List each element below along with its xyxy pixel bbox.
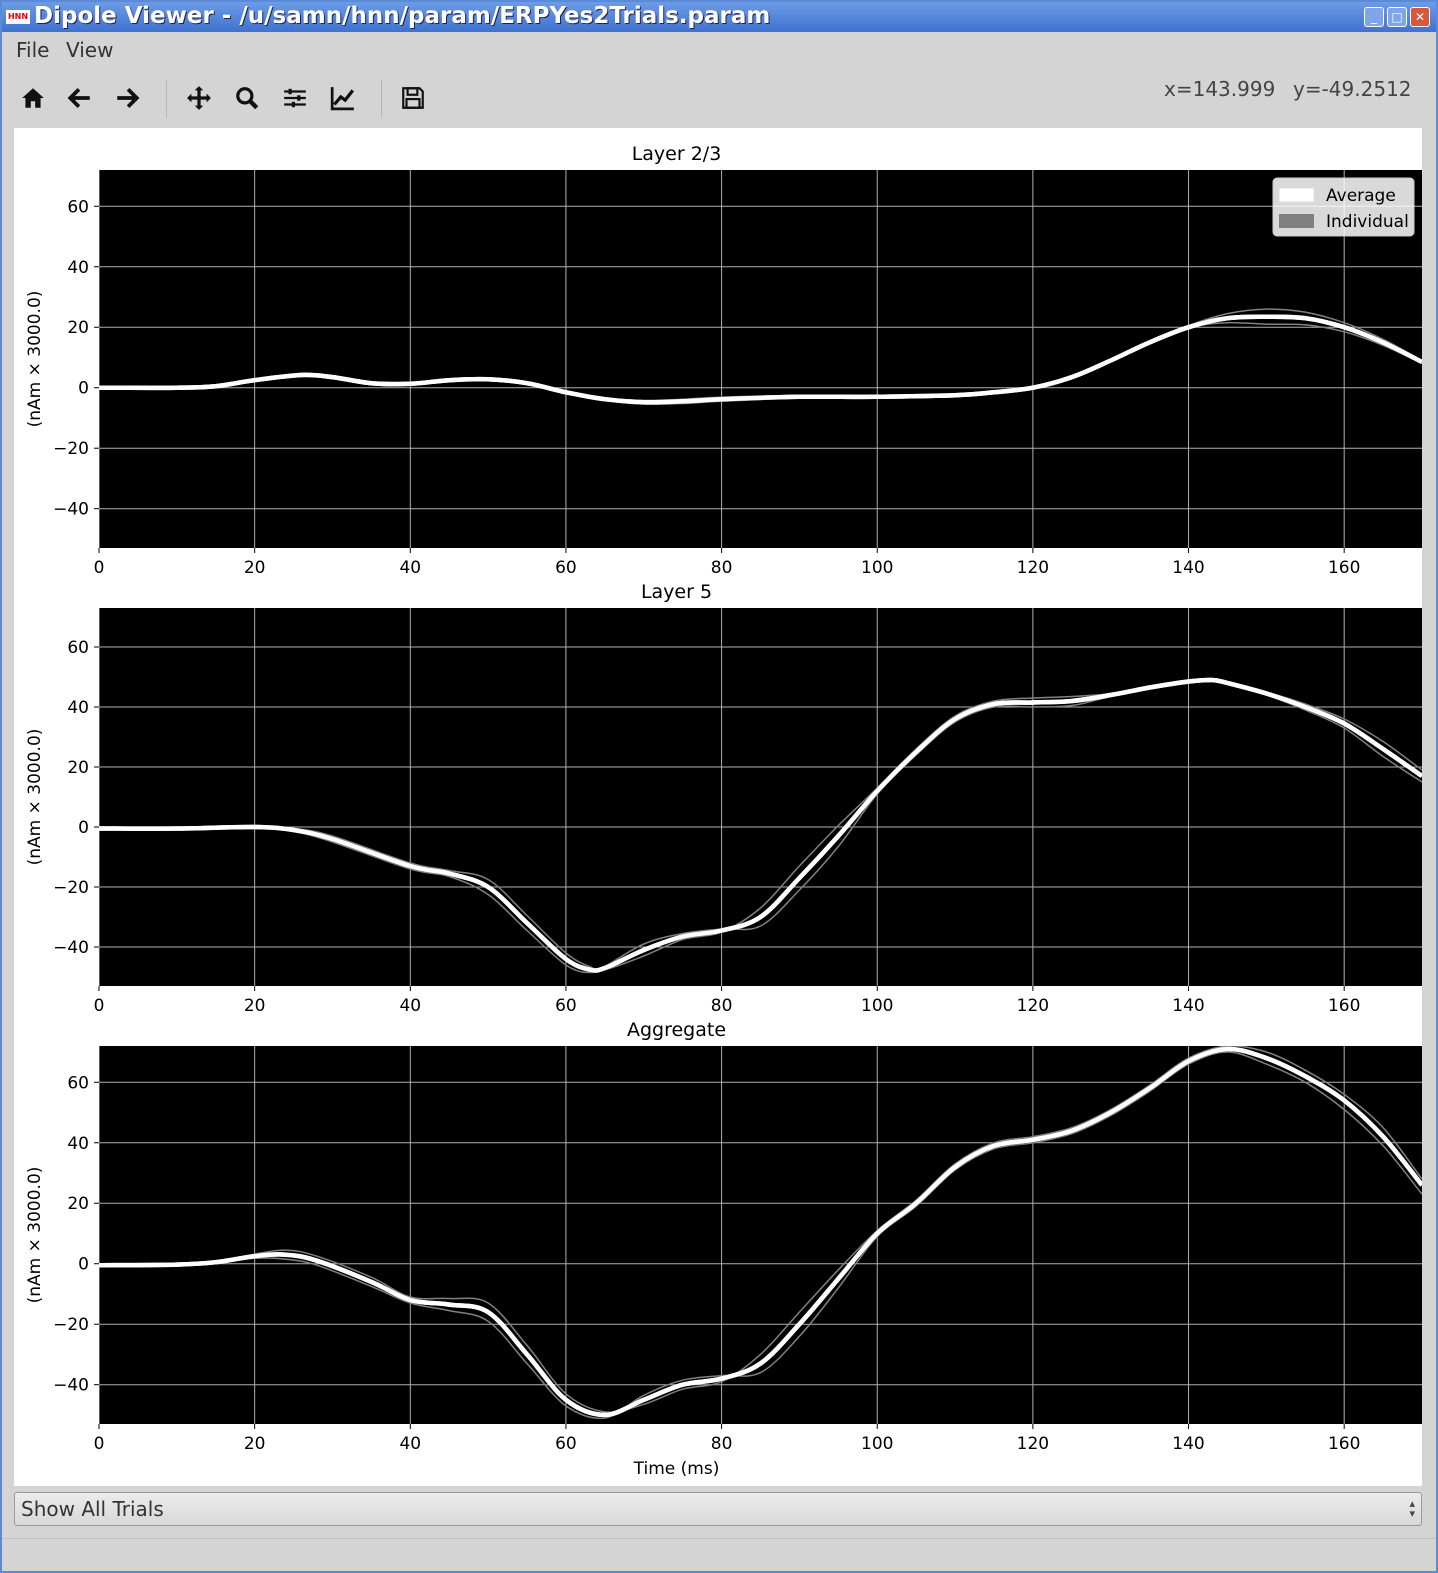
y-tick-label: 20 xyxy=(67,758,89,778)
x-tick-label: 160 xyxy=(1328,558,1360,578)
x-tick-label: 60 xyxy=(555,996,577,1016)
subplot-title: Layer 2/3 xyxy=(632,143,722,165)
close-button[interactable]: ✕ xyxy=(1410,7,1430,27)
trial-select-dropdown[interactable]: Show All Trials ▴ ▾ xyxy=(14,1492,1422,1526)
plot-area xyxy=(99,1046,1422,1424)
x-tick-label: 20 xyxy=(244,558,266,578)
y-tick-label: 40 xyxy=(67,1134,89,1154)
menu-view[interactable]: View xyxy=(66,38,113,62)
x-tick-label: 60 xyxy=(555,558,577,578)
x-tick-label: 40 xyxy=(399,996,421,1016)
home-button[interactable] xyxy=(13,78,53,118)
y-axis-label: (nAm × 3000.0) xyxy=(25,291,45,428)
hnn-app-icon: HNN xyxy=(6,10,30,24)
save-figure-button[interactable] xyxy=(393,78,433,118)
back-button[interactable] xyxy=(60,78,100,118)
trial-select-value: Show All Trials xyxy=(21,1497,164,1521)
y-tick-label: 0 xyxy=(78,818,89,838)
x-tick-label: 0 xyxy=(94,996,105,1016)
y-tick-label: 40 xyxy=(67,698,89,718)
x-tick-label: 100 xyxy=(861,996,893,1016)
x-tick-label: 80 xyxy=(711,558,733,578)
x-tick-label: 60 xyxy=(555,1434,577,1454)
x-tick-label: 20 xyxy=(244,996,266,1016)
plot-area xyxy=(99,170,1422,548)
minimize-button[interactable]: _ xyxy=(1364,7,1384,27)
y-tick-label: 0 xyxy=(78,379,89,399)
menu-file[interactable]: File xyxy=(16,38,49,62)
dipole-plots: 0 20 40 60 80 100 120 140 160 −40 −20 0 20 40 60 Layer … xyxy=(25,143,1422,1479)
y-tick-label: −40 xyxy=(53,500,89,520)
pan-button[interactable] xyxy=(179,78,219,118)
zoom-icon xyxy=(236,87,259,110)
y-axis-label: (nAm × 3000.0) xyxy=(25,729,45,866)
y-tick-label: −20 xyxy=(53,878,89,898)
edit-axes-button[interactable] xyxy=(323,78,363,118)
dipole-viewer-window: HNN Dipole Viewer - /u/samn/hnn/param/ER… xyxy=(0,0,1438,1573)
back-arrow-icon xyxy=(67,87,90,109)
y-axis-label: (nAm × 3000.0) xyxy=(25,1167,45,1304)
x-tick-label: 100 xyxy=(861,558,893,578)
x-tick-label: 160 xyxy=(1328,1434,1360,1454)
x-tick-label: 100 xyxy=(861,1434,893,1454)
legend-label: Average xyxy=(1326,186,1396,206)
y-tick-label: −20 xyxy=(53,1315,89,1335)
status-bar xyxy=(2,1538,1436,1572)
zoom-button[interactable] xyxy=(227,78,267,118)
toolbar-separator xyxy=(166,80,167,118)
x-tick-label: 140 xyxy=(1172,1434,1204,1454)
subplot-title: Aggregate xyxy=(627,1019,726,1041)
title-bar[interactable]: HNN Dipole Viewer - /u/samn/hnn/param/ER… xyxy=(2,2,1436,32)
y-coordinate-readout: y=-49.2512 xyxy=(1293,77,1412,101)
y-tick-label: −40 xyxy=(53,938,89,958)
y-tick-label: 60 xyxy=(67,197,89,217)
y-tick-label: 40 xyxy=(67,258,89,278)
figure-canvas[interactable]: 0 20 40 60 80 100 120 140 160 −40 −20 0 20 40 60 Layer … xyxy=(14,128,1422,1486)
x-tick-label: 120 xyxy=(1017,558,1049,578)
legend-individual-swatch xyxy=(1279,214,1314,228)
y-tick-label: −20 xyxy=(53,439,89,459)
x-tick-label: 120 xyxy=(1017,1434,1049,1454)
toolbar-separator xyxy=(381,80,382,118)
x-tick-label: 40 xyxy=(399,558,421,578)
edit-axes-icon xyxy=(330,87,355,111)
window-title: Dipole Viewer - /u/samn/hnn/param/ERPYes… xyxy=(34,3,771,29)
legend-average-swatch xyxy=(1278,187,1315,203)
legend-label: Individual xyxy=(1326,212,1409,232)
forward-arrow-icon xyxy=(117,87,140,109)
y-tick-label: 60 xyxy=(67,638,89,658)
forward-button[interactable] xyxy=(107,78,147,118)
y-tick-label: 20 xyxy=(67,1194,89,1214)
home-icon xyxy=(22,88,44,108)
maximize-button[interactable]: □ xyxy=(1387,7,1407,27)
save-icon xyxy=(402,87,424,109)
x-axis-label: Time (ms) xyxy=(633,1459,720,1479)
x-tick-label: 120 xyxy=(1017,996,1049,1016)
y-tick-label: 60 xyxy=(67,1073,89,1093)
x-coordinate-readout: x=143.999 xyxy=(1164,77,1276,101)
x-tick-label: 140 xyxy=(1172,996,1204,1016)
y-tick-label: 20 xyxy=(67,318,89,338)
subplots-config-button[interactable] xyxy=(275,78,315,118)
subplots-config-icon xyxy=(284,88,306,108)
subplot-title: Layer 5 xyxy=(641,581,712,603)
x-tick-label: 0 xyxy=(94,558,105,578)
plot-area xyxy=(99,608,1422,986)
menu-bar: File View xyxy=(2,32,1436,66)
y-tick-label: −40 xyxy=(53,1376,89,1396)
x-tick-label: 80 xyxy=(711,1434,733,1454)
plot-toolbar: x=143.999 y=-49.2512 xyxy=(2,66,1436,128)
y-tick-label: 0 xyxy=(78,1255,89,1275)
pan-icon xyxy=(187,86,211,110)
x-tick-label: 0 xyxy=(94,1434,105,1454)
x-tick-label: 80 xyxy=(711,996,733,1016)
x-tick-label: 40 xyxy=(399,1434,421,1454)
x-tick-label: 20 xyxy=(244,1434,266,1454)
x-tick-label: 160 xyxy=(1328,996,1360,1016)
x-tick-label: 140 xyxy=(1172,558,1204,578)
dropdown-arrows-icon: ▴ ▾ xyxy=(1409,1497,1415,1520)
